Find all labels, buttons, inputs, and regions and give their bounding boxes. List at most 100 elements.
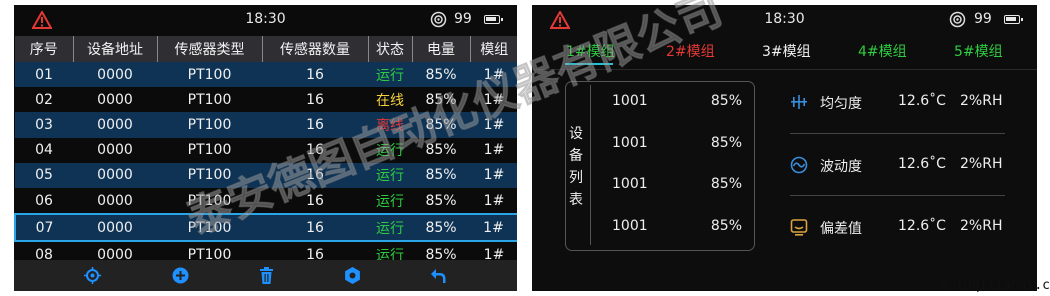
table-header: 序号 设备地址 传感器类型 传感器数量 状态 电量 模组 [15, 36, 517, 62]
metric-divider [790, 133, 1005, 134]
row-sensor-count: 16 [262, 187, 368, 215]
row-no: 05 [15, 162, 73, 188]
metric-name: 波动度 [820, 159, 862, 175]
status-bar: 18:30 99 [14, 5, 517, 35]
metric-temperature: 12.6˚C [898, 156, 946, 172]
row-no: 07 [14, 213, 73, 243]
row-address: 0000 [73, 187, 157, 215]
row-module: 1# [470, 187, 517, 215]
table-row[interactable]: 06 0000 PT100 16 运行 85% 1# [15, 187, 517, 215]
row-sensor-count: 16 [262, 213, 368, 243]
metric-humidity: 2%RH [960, 93, 1003, 109]
deviation-icon [790, 219, 808, 236]
battery-icon [1004, 15, 1023, 24]
row-status: 离线 [368, 112, 412, 138]
row-sensor-type: PT100 [157, 187, 262, 215]
row-address: 0000 [73, 62, 157, 88]
module-tabs: 1#模组 2#模组 3#模组 4#模组 5#模组 [532, 41, 1037, 65]
row-no: 03 [15, 112, 73, 138]
bottom-toolbar [14, 260, 517, 291]
battery-percent: 99 [974, 11, 992, 27]
row-module: 1# [470, 62, 517, 88]
header-sensor-type[interactable]: 传感器类型 [156, 36, 262, 62]
row-status: 运行 [368, 213, 412, 243]
device-battery: 85% [710, 93, 742, 109]
row-sensor-type: PT100 [157, 112, 262, 138]
device-id: 1001 [612, 176, 648, 192]
device-table: 序号 设备地址 传感器类型 传感器数量 状态 电量 模组 01 0000 PT100… [14, 36, 517, 268]
tab-module-3[interactable]: 3#模组 [762, 41, 811, 61]
active-tab-indicator [565, 63, 613, 65]
row-module: 1# [470, 137, 517, 163]
row-status: 运行 [368, 62, 412, 88]
metric-name: 偏差值 [820, 221, 862, 237]
settings-icon[interactable] [344, 267, 361, 284]
device-list-divider [590, 85, 591, 245]
row-sensor-count: 16 [262, 162, 368, 188]
table-row[interactable]: 01 0000 PT100 16 运行 85% 1# [15, 62, 517, 88]
battery-icon [484, 15, 503, 24]
metric-divider [790, 195, 1005, 196]
table-row[interactable]: 02 0000 PT100 16 在线 85% 1# [15, 87, 517, 113]
row-battery: 85% [412, 112, 470, 138]
row-sensor-type: PT100 [157, 62, 262, 88]
tab-module-5[interactable]: 5#模组 [954, 41, 1003, 61]
tab-module-1[interactable]: 1#模组 [566, 41, 615, 61]
metric-deviation: 偏差值 12.6˚C 2%RH [790, 215, 1010, 239]
row-status: 在线 [368, 87, 412, 113]
row-status: 运行 [368, 162, 412, 188]
row-no: 06 [15, 187, 73, 215]
table-row[interactable]: 07 0000 PT100 16 运行 85% 1# [14, 213, 517, 243]
header-battery[interactable]: 电量 [411, 36, 470, 62]
header-status[interactable]: 状态 [367, 36, 412, 62]
device-battery: 85% [710, 218, 742, 234]
device-battery: 85% [710, 176, 742, 192]
device-id: 1001 [612, 93, 648, 109]
device-battery: 85% [710, 135, 742, 151]
header-no[interactable]: 序号 [15, 36, 73, 62]
table-row[interactable]: 04 0000 PT100 16 运行 85% 1# [15, 137, 517, 163]
metric-humidity: 2%RH [960, 156, 1003, 172]
signal-icon [949, 11, 966, 28]
row-sensor-count: 16 [262, 112, 368, 138]
metric-uniformity: 均匀度 12.6˚C 2%RH [790, 90, 1010, 114]
tab-module-4[interactable]: 4#模组 [858, 41, 907, 61]
back-icon[interactable] [430, 267, 447, 284]
delete-icon[interactable] [258, 267, 275, 284]
header-address[interactable]: 设备地址 [72, 36, 157, 62]
add-icon[interactable] [172, 267, 189, 284]
tab-divider [532, 69, 1037, 70]
status-bar-right: 18:30 99 [532, 5, 1037, 35]
row-address: 0000 [73, 162, 157, 188]
row-battery: 85% [412, 162, 470, 188]
row-module: 1# [470, 213, 517, 243]
row-sensor-count: 16 [262, 62, 368, 88]
site-url: m.luqilianai.c [940, 278, 1050, 293]
metric-temperature: 12.6˚C [898, 218, 946, 234]
signal-icon [430, 11, 447, 28]
row-sensor-type: PT100 [157, 137, 262, 163]
row-sensor-count: 16 [262, 137, 368, 163]
row-battery: 85% [412, 137, 470, 163]
table-row[interactable]: 05 0000 PT100 16 运行 85% 1# [15, 162, 517, 188]
row-no: 01 [15, 62, 73, 88]
row-sensor-type: PT100 [157, 162, 262, 188]
row-module: 1# [470, 112, 517, 138]
row-sensor-type: PT100 [157, 87, 262, 113]
row-sensor-count: 16 [262, 87, 368, 113]
header-module[interactable]: 模组 [469, 36, 517, 62]
module-detail-screen: 18:30 99 1#模组 2#模组 3#模组 4#模组 5#模组 设备列表 1… [532, 5, 1037, 291]
row-battery: 85% [412, 187, 470, 215]
row-module: 1# [470, 87, 517, 113]
row-address: 0000 [73, 112, 157, 138]
table-row[interactable]: 03 0000 PT100 16 离线 85% 1# [15, 112, 517, 138]
metric-fluctuation: 波动度 12.6˚C 2%RH [790, 153, 1010, 177]
header-sensor-count[interactable]: 传感器数量 [261, 36, 368, 62]
metric-name: 均匀度 [820, 96, 862, 112]
uniformity-icon [791, 95, 807, 109]
device-list-label: 设备列表 [569, 126, 583, 208]
row-battery: 85% [412, 62, 470, 88]
tab-module-2[interactable]: 2#模组 [666, 41, 715, 61]
row-address: 0000 [73, 137, 157, 163]
locate-icon[interactable] [84, 267, 101, 284]
